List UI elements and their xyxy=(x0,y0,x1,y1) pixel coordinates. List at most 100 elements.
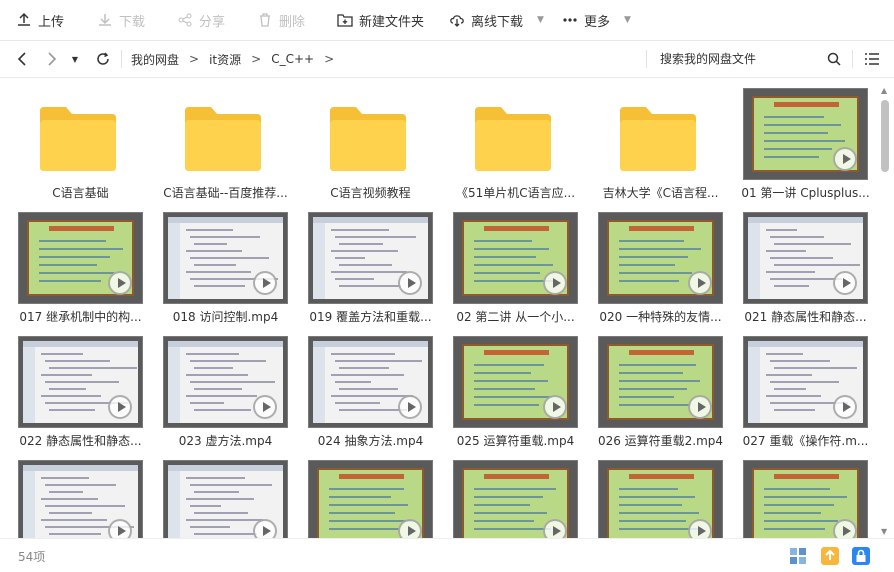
scroll-down-icon[interactable]: ▼ xyxy=(881,527,887,536)
play-icon[interactable] xyxy=(688,271,712,295)
breadcrumb-separator-icon: > xyxy=(189,52,200,66)
upload-queue-icon[interactable] xyxy=(821,547,839,565)
breadcrumb-separator-icon: > xyxy=(251,52,262,66)
video-thumbnail xyxy=(453,336,578,428)
play-icon[interactable] xyxy=(688,395,712,419)
navigation-bar: ▼ 我的网盘 > it资源 > C_C++ > 搜索我的网盘文件 xyxy=(0,40,894,78)
divider xyxy=(646,50,647,68)
play-icon[interactable] xyxy=(543,395,567,419)
play-icon[interactable] xyxy=(833,147,857,171)
play-icon[interactable] xyxy=(833,519,857,538)
cloud-download-icon xyxy=(450,15,464,27)
search-input[interactable]: 搜索我的网盘文件 xyxy=(660,41,756,77)
play-icon[interactable] xyxy=(688,519,712,538)
play-icon[interactable] xyxy=(253,395,277,419)
breadcrumb-item[interactable]: C_C++ xyxy=(271,52,314,66)
divider xyxy=(121,50,122,68)
video-thumbnail xyxy=(163,212,288,304)
folder-icon xyxy=(598,88,723,180)
video-thumbnail xyxy=(598,460,723,538)
file-name: 023 虚方法.mp4 xyxy=(178,434,273,448)
play-icon[interactable] xyxy=(108,271,132,295)
folder-icon xyxy=(308,88,433,180)
chevron-down-icon[interactable]: ▼ xyxy=(537,15,544,25)
file-name: 025 运算符重载.mp4 xyxy=(456,434,575,448)
forward-button[interactable] xyxy=(42,41,62,77)
video-thumbnail xyxy=(18,212,143,304)
refresh-icon xyxy=(97,52,109,65)
play-icon[interactable] xyxy=(398,519,422,538)
list-view-button[interactable] xyxy=(862,41,882,77)
play-icon[interactable] xyxy=(108,395,132,419)
file-name: 027 重载《操作符.m... xyxy=(742,434,869,448)
video-thumbnail xyxy=(453,212,578,304)
file-name: 021 静态属性和静态... xyxy=(744,310,867,324)
file-name: 019 覆盖方法和重载... xyxy=(309,310,432,324)
play-icon[interactable] xyxy=(833,271,857,295)
scrollbar-thumb[interactable] xyxy=(881,100,889,172)
file-name: 024 抽象方法.mp4 xyxy=(317,434,424,448)
video-thumbnail xyxy=(163,460,288,538)
play-icon[interactable] xyxy=(253,519,277,538)
play-icon[interactable] xyxy=(833,395,857,419)
search-icon xyxy=(827,52,841,66)
file-name: 吉林大学《C语言程... xyxy=(602,186,719,200)
breadcrumb: 我的网盘 > it资源 > C_C++ > xyxy=(131,41,344,77)
item-count: 54项 xyxy=(18,550,46,564)
trash-icon xyxy=(260,13,270,27)
share-icon xyxy=(178,13,192,27)
caret-down-icon: ▼ xyxy=(71,54,79,64)
play-icon[interactable] xyxy=(398,395,422,419)
breadcrumb-item[interactable]: it资源 xyxy=(209,51,241,68)
upload-button[interactable]: 上传 xyxy=(16,0,64,40)
chevron-right-icon xyxy=(48,52,57,66)
file-name: 022 静态属性和静态... xyxy=(19,434,142,448)
file-name: 02 第二讲 从一个小... xyxy=(456,310,575,324)
chevron-left-icon xyxy=(17,52,26,66)
scrollbar[interactable]: ▲ ▼ xyxy=(880,86,890,538)
delete-label: 删除 xyxy=(279,14,306,30)
more-button[interactable]: 更多 ▼ xyxy=(562,0,631,40)
play-icon[interactable] xyxy=(253,271,277,295)
play-icon[interactable] xyxy=(398,271,422,295)
video-thumbnail xyxy=(743,460,868,538)
status-bar: 54项 xyxy=(0,538,894,572)
breadcrumb-separator-icon: > xyxy=(324,52,335,66)
file-name: C语言基础--百度推荐... xyxy=(163,186,288,200)
video-thumbnail xyxy=(18,336,143,428)
play-icon[interactable] xyxy=(108,519,132,538)
video-thumbnail xyxy=(743,212,868,304)
video-thumbnail xyxy=(598,336,723,428)
play-icon[interactable] xyxy=(543,271,567,295)
toolbar: 上传 下载 分享 删除 新建文件夹 离线下载 ▼ 更多 ▼ xyxy=(0,0,894,40)
scroll-up-icon[interactable]: ▲ xyxy=(881,86,887,95)
chevron-down-icon[interactable]: ▼ xyxy=(624,15,631,25)
back-button[interactable] xyxy=(12,41,32,77)
folder-icon xyxy=(453,88,578,180)
download-button[interactable]: 下载 xyxy=(97,0,145,40)
search-button[interactable] xyxy=(824,41,844,77)
grid-view-icon[interactable] xyxy=(789,547,807,565)
new-folder-button[interactable]: 新建文件夹 xyxy=(337,0,424,40)
video-thumbnail xyxy=(308,336,433,428)
file-grid: C语言基础 C语言基础--百度推荐... C语言视频教程 《51单片机C语言应... 吉… xyxy=(0,78,880,538)
history-dropdown[interactable]: ▼ xyxy=(68,41,82,77)
video-thumbnail xyxy=(163,336,288,428)
refresh-button[interactable] xyxy=(94,41,112,77)
download-label: 下载 xyxy=(119,14,146,30)
upload-label: 上传 xyxy=(38,14,65,30)
lock-icon[interactable] xyxy=(852,547,870,565)
file-name: C语言视频教程 xyxy=(330,186,411,200)
play-icon[interactable] xyxy=(543,519,567,538)
video-thumbnail xyxy=(453,460,578,538)
breadcrumb-item[interactable]: 我的网盘 xyxy=(131,51,179,68)
upload-icon xyxy=(18,12,30,26)
file-name: 020 一种特殊的友情... xyxy=(599,310,722,324)
list-icon xyxy=(865,53,879,65)
divider xyxy=(852,50,853,68)
delete-button[interactable]: 删除 xyxy=(257,0,305,40)
offline-download-button[interactable]: 离线下载 ▼ xyxy=(449,0,544,40)
share-button[interactable]: 分享 xyxy=(177,0,225,40)
video-thumbnail xyxy=(18,460,143,538)
file-name: 《51单片机C语言应... xyxy=(455,186,576,200)
